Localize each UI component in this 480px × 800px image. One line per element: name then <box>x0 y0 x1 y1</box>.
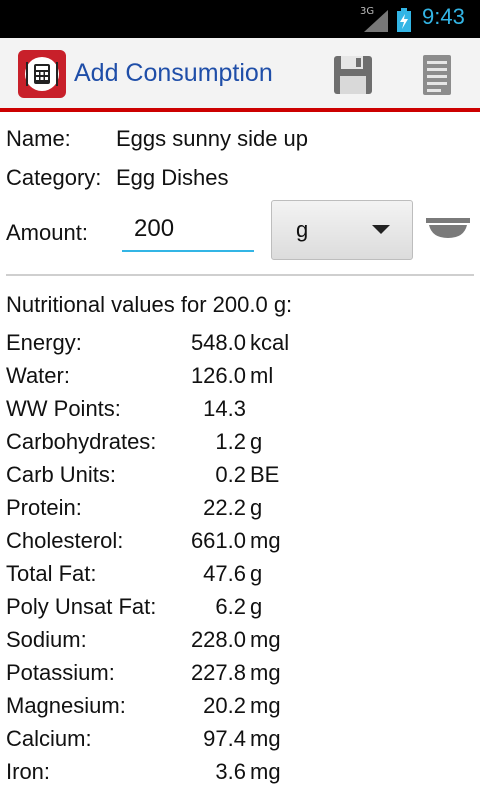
nutrition-row: Potassium: 227.8 mg <box>6 660 476 693</box>
category-value: Egg Dishes <box>116 165 229 190</box>
floppy-save-icon[interactable] <box>330 52 376 98</box>
app-icon[interactable] <box>18 50 66 98</box>
nutrient-value: 22.2 <box>203 495 246 520</box>
nutrient-value: 548.0 <box>190 330 246 355</box>
nutrient-value: 126.0 <box>190 363 246 388</box>
calculator-cutlery-icon <box>25 57 59 91</box>
nutrient-unit: BE <box>250 462 280 487</box>
nutrient-value: 227.8 <box>190 660 246 685</box>
nutrition-row: Iron: 3.6 mg <box>6 759 476 792</box>
nutrient-unit: ml <box>250 363 274 388</box>
document-list-icon[interactable] <box>414 52 460 98</box>
nutrient-value: 14.3 <box>203 396 246 421</box>
nutrient-label: WW Points: <box>6 396 121 421</box>
nutrient-value: 3.6 <box>215 759 246 784</box>
nutrition-row: Sodium: 228.0 mg <box>6 627 476 660</box>
name-row: Name: <box>6 126 71 152</box>
nutrition-row: Carbohydrates: 1.2 g <box>6 429 476 462</box>
nutrient-unit: mg <box>250 528 281 553</box>
amount-label: Amount: <box>6 220 88 245</box>
nutrient-unit: g <box>250 495 263 520</box>
nutrient-label: Magnesium: <box>6 693 126 718</box>
bowl-icon[interactable] <box>426 216 470 242</box>
nutrient-unit: mg <box>250 660 281 685</box>
nutrient-label: Potassium: <box>6 660 115 685</box>
status-bar: 3G 9:43 <box>0 0 480 38</box>
action-bar: Add Consumption <box>0 38 480 112</box>
nutrition-row: Carb Units: 0.2 BE <box>6 462 476 495</box>
nutrition-row: Protein: 22.2 g <box>6 495 476 528</box>
nutrient-label: Calcium: <box>6 726 92 751</box>
nutrient-value: 661.0 <box>190 528 246 553</box>
nutrient-label: Total Fat: <box>6 561 97 586</box>
nutrient-value: 6.2 <box>215 594 246 619</box>
nutrition-row: WW Points: 14.3 <box>6 396 476 429</box>
nutrient-unit: kcal <box>250 330 290 355</box>
unit-dropdown[interactable]: g <box>271 200 413 260</box>
name-value: Eggs sunny side up <box>116 126 309 151</box>
nutrition-row: Total Fat: 47.6 g <box>6 561 476 594</box>
nutrient-label: Carb Units: <box>6 462 117 487</box>
nutrient-unit: mg <box>250 627 281 652</box>
nutrient-label: Protein: <box>6 495 82 520</box>
nutrient-label: Cholesterol: <box>6 528 124 553</box>
nutrient-label: Sodium: <box>6 627 87 652</box>
battery-charging-icon <box>397 8 411 32</box>
nutrition-row: Water: 126.0 ml <box>6 363 476 396</box>
nutrient-unit: g <box>250 561 263 586</box>
actionbar-accent-line <box>0 108 480 112</box>
nutrient-label: Water: <box>6 363 70 388</box>
unit-selected-value: g <box>296 217 309 242</box>
nutrient-label: Poly Unsat Fat: <box>6 594 157 619</box>
nutrient-label: Iron: <box>6 759 51 784</box>
nutrition-row: Energy: 548.0 kcal <box>6 330 476 363</box>
nutrition-row: Poly Unsat Fat: 6.2 g <box>6 594 476 627</box>
amount-input[interactable] <box>122 208 254 252</box>
nutrient-value: 47.6 <box>203 561 246 586</box>
nutrient-unit: g <box>250 429 263 454</box>
nutrient-unit: mg <box>250 759 281 784</box>
nutrient-label: Energy: <box>6 330 82 355</box>
name-label: Name: <box>6 126 71 151</box>
dropdown-arrow-icon <box>372 225 390 234</box>
nutrition-row: Calcium: 97.4 mg <box>6 726 476 759</box>
nutrient-value: 228.0 <box>190 627 246 652</box>
section-divider <box>6 274 474 276</box>
signal-icon <box>364 10 388 32</box>
nutrient-value: 97.4 <box>203 726 246 751</box>
category-row: Category: <box>6 165 101 191</box>
screen-title: Add Consumption <box>74 59 273 87</box>
nutrient-unit: mg <box>250 726 281 751</box>
clock: 9:43 <box>422 4 465 29</box>
nutrient-value: 0.2 <box>215 462 246 487</box>
category-label: Category: <box>6 165 102 190</box>
nutrient-unit: mg <box>250 693 281 718</box>
nutrient-label: Carbohydrates: <box>6 429 157 454</box>
nutrition-row: Cholesterol: 661.0 mg <box>6 528 476 561</box>
nutrient-value: 1.2 <box>215 429 246 454</box>
nutrient-unit: g <box>250 594 263 619</box>
nutrition-row: Magnesium: 20.2 mg <box>6 693 476 726</box>
nutrition-title: Nutritional values for 200.0 g: <box>6 292 293 317</box>
nutrient-value: 20.2 <box>203 693 246 718</box>
